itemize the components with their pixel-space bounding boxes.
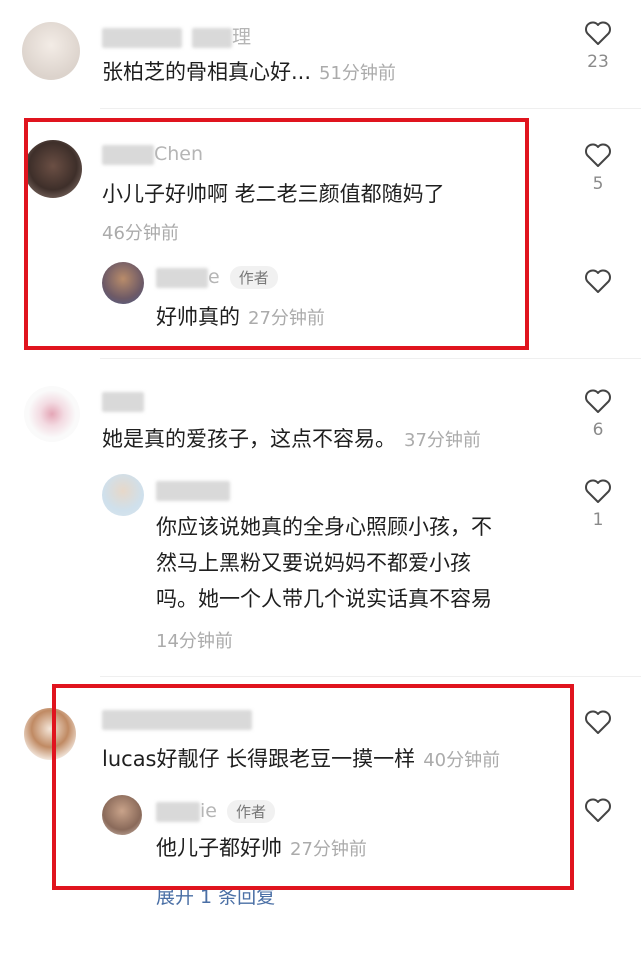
username-text: 理 xyxy=(232,26,252,48)
reply-line: 你应该说她真的全身心照顾小孩，不 xyxy=(156,515,492,539)
reply-text[interactable]: 你应该说她真的全身心照顾小孩，不 然马上黑粉又要说妈妈不都爱小孩 吗。她一个人带… xyxy=(156,510,546,617)
reply-like-button[interactable]: 1 xyxy=(582,478,614,530)
like-button[interactable] xyxy=(582,709,614,735)
comment-body: 张柏芝的骨相真心好... xyxy=(102,60,312,84)
like-button[interactable]: 6 xyxy=(582,388,614,440)
avatar[interactable] xyxy=(22,22,80,80)
comment-body: 她是真的爱孩子，这点不容易。 xyxy=(102,427,396,451)
reply-avatar[interactable] xyxy=(102,474,144,516)
reply-time: 14分钟前 xyxy=(156,631,233,652)
like-count: 5 xyxy=(592,174,604,194)
reply-like-button[interactable] xyxy=(582,797,614,823)
heart-outline-icon xyxy=(585,389,611,413)
heart-outline-icon xyxy=(585,479,611,503)
divider xyxy=(100,676,641,677)
reply-line: 吗。她一个人带几个说实话真不容易 xyxy=(156,587,492,611)
divider xyxy=(100,358,641,359)
reply-username[interactable] xyxy=(156,479,230,501)
divider xyxy=(100,108,641,109)
heart-outline-icon xyxy=(585,710,611,734)
heart-outline-icon xyxy=(585,21,611,45)
heart-outline-icon xyxy=(585,269,611,293)
like-button[interactable]: 5 xyxy=(582,142,614,194)
comment-text[interactable]: 她是真的爱孩子，这点不容易。 37分钟前 xyxy=(102,422,481,458)
like-count: 6 xyxy=(592,420,604,440)
comment-text[interactable]: 张柏芝的骨相真心好... 51分钟前 xyxy=(102,55,396,91)
highlight-box xyxy=(24,118,529,350)
like-count: 1 xyxy=(592,510,604,530)
heart-outline-icon xyxy=(585,798,611,822)
reply-line: 然马上黑粉又要说妈妈不都爱小孩 xyxy=(156,551,471,575)
comment-time: 37分钟前 xyxy=(404,430,481,451)
comment-username[interactable]: 理 xyxy=(102,22,251,49)
avatar[interactable] xyxy=(24,386,80,442)
comment-username[interactable] xyxy=(102,390,144,412)
comment-time: 51分钟前 xyxy=(319,63,396,84)
heart-outline-icon xyxy=(585,143,611,167)
reply-like-button[interactable] xyxy=(582,268,614,294)
like-button[interactable]: 23 xyxy=(582,20,614,72)
like-count: 23 xyxy=(587,52,609,72)
highlight-box xyxy=(52,684,574,890)
